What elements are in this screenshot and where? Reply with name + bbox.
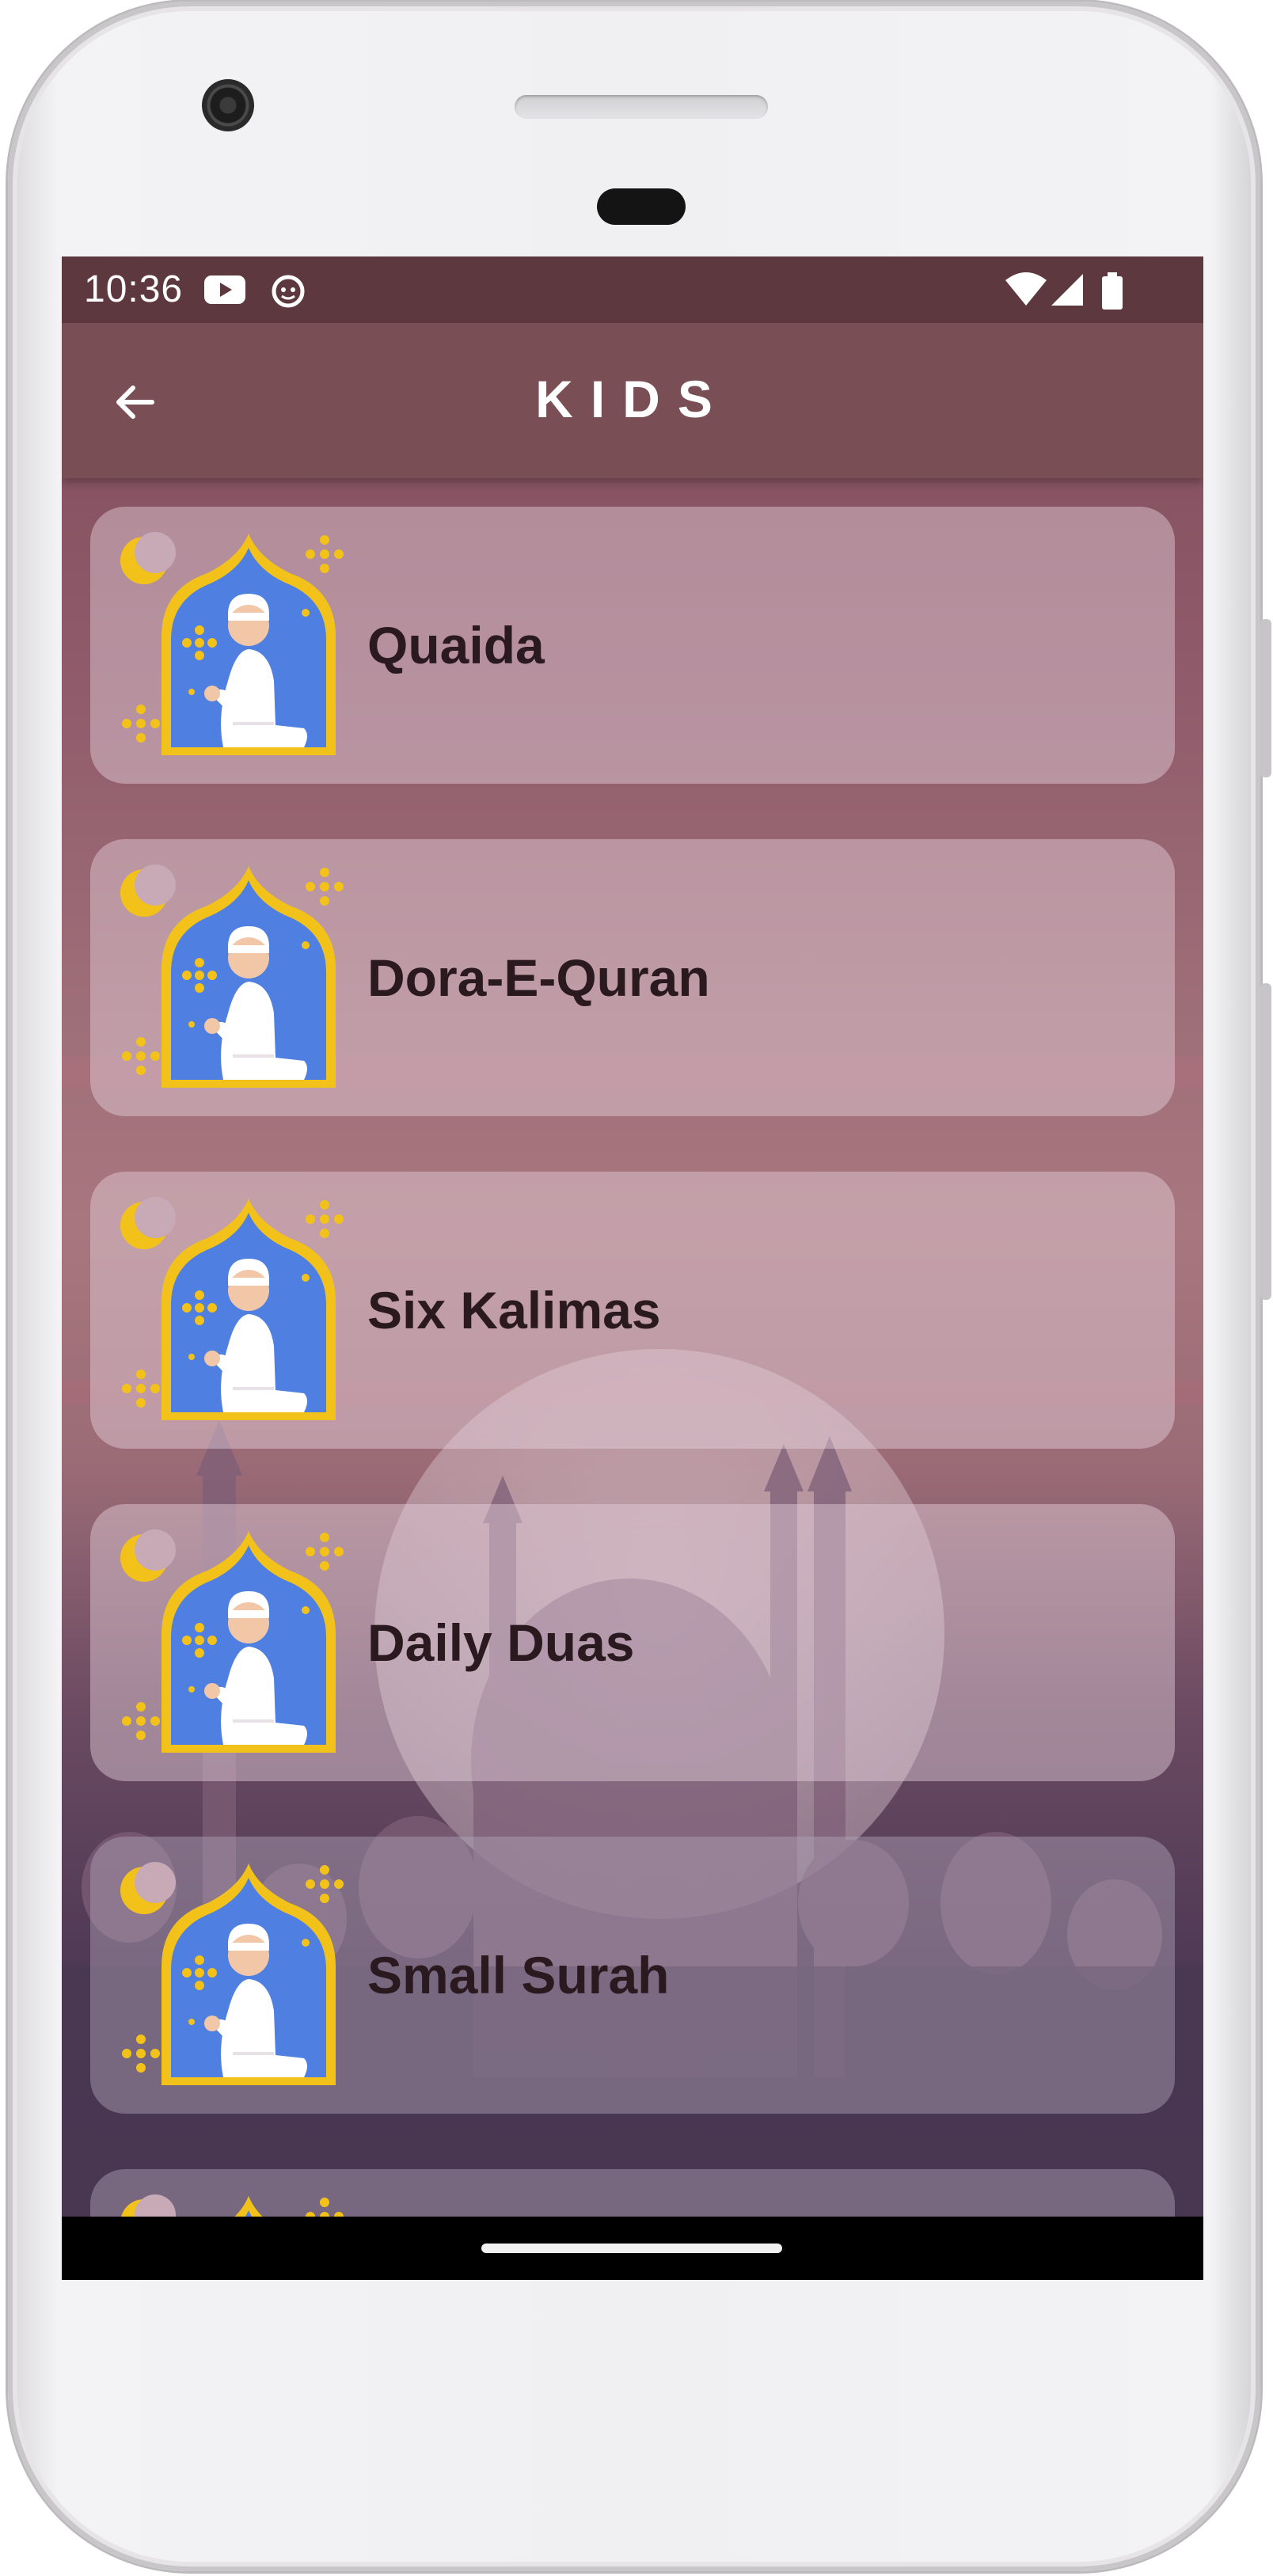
app-bar: KIDS <box>62 323 1203 478</box>
earpiece-speaker <box>515 95 768 119</box>
navigation-bar <box>62 2217 1203 2280</box>
home-gesture-handle[interactable] <box>481 2244 782 2253</box>
power-button <box>1260 619 1271 777</box>
prayer-kid-icon <box>119 863 345 1089</box>
prayer-kid-icon <box>119 1528 345 1754</box>
list-item-label: Dora-E-Quran <box>367 948 710 1007</box>
prayer-kid-icon <box>119 1860 345 2087</box>
front-camera <box>202 79 254 131</box>
status-time: 10:36 <box>84 268 184 310</box>
list-item-label: Daily Duas <box>367 1613 635 1672</box>
list-item[interactable]: Six Kalimas <box>90 1172 1175 1449</box>
volume-button <box>1260 983 1271 1300</box>
prayer-kid-icon <box>119 1195 345 1422</box>
app-notification-icon <box>272 275 305 308</box>
list-item-label: Quaida <box>367 616 545 674</box>
proximity-sensor <box>597 188 686 225</box>
list-item[interactable]: Daily Duas <box>90 1504 1175 1781</box>
youtube-icon <box>204 275 245 304</box>
battery-icon <box>1102 272 1123 310</box>
list-item[interactable]: Quaida <box>90 507 1175 784</box>
app-screen: 10:36 KIDS Quaida Dora-E-Quran Six Kalim… <box>62 256 1203 2280</box>
list-item[interactable]: Dora-E-Quran <box>90 839 1175 1116</box>
list-item-label: Small Surah <box>367 1946 670 2004</box>
prayer-kid-icon <box>119 530 345 757</box>
status-bar: 10:36 <box>62 256 1203 323</box>
wifi-icon <box>1005 272 1047 306</box>
signal-icon <box>1051 274 1083 306</box>
list-item[interactable]: Small Surah <box>90 1837 1175 2114</box>
page-title: KIDS <box>535 370 730 428</box>
list-item-label: Six Kalimas <box>367 1281 661 1339</box>
